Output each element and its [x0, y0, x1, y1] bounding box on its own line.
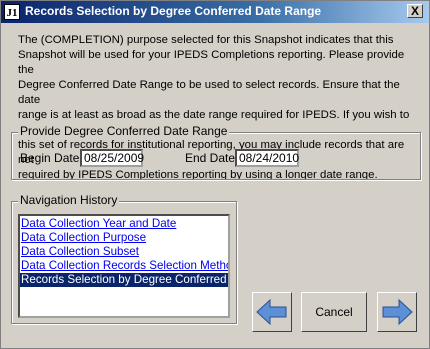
end-date-label: End Date:: [185, 151, 239, 165]
date-range-group-label: Provide Degree Conferred Date Range: [18, 124, 230, 138]
navigation-history-label: Navigation History: [18, 193, 120, 207]
right-arrow-icon: [382, 298, 413, 326]
navigation-history-group: Navigation History Data Collection Year …: [11, 193, 237, 324]
cancel-button[interactable]: Cancel: [301, 292, 367, 332]
window-title: Records Selection by Degree Conferred Da…: [25, 4, 322, 18]
begin-date-label: Begin Date:: [20, 151, 83, 165]
date-range-group: Provide Degree Conferred Date Range Begi…: [11, 124, 421, 180]
nav-item-year-and-date[interactable]: Data Collection Year and Date: [20, 217, 228, 231]
end-date-field[interactable]: 08/24/2010: [235, 149, 299, 167]
navigation-history-list[interactable]: Data Collection Year and Date Data Colle…: [18, 214, 230, 318]
title-bar[interactable]: J1 Records Selection by Degree Conferred…: [1, 1, 429, 23]
next-button[interactable]: [377, 292, 417, 332]
nav-item-purpose[interactable]: Data Collection Purpose: [20, 231, 228, 245]
begin-date-field[interactable]: 08/25/2009: [80, 149, 144, 167]
left-arrow-icon: [256, 298, 287, 326]
nav-item-degree-conferred-date[interactable]: Records Selection by Degree Conferred Da…: [20, 273, 228, 287]
dialog-window: J1 Records Selection by Degree Conferred…: [0, 0, 430, 349]
nav-item-subset[interactable]: Data Collection Subset: [20, 245, 228, 259]
back-button[interactable]: [252, 292, 292, 332]
close-button[interactable]: X: [407, 4, 423, 18]
app-icon: J1: [4, 4, 20, 20]
nav-item-selection-method[interactable]: Data Collection Records Selection Method: [20, 259, 228, 273]
